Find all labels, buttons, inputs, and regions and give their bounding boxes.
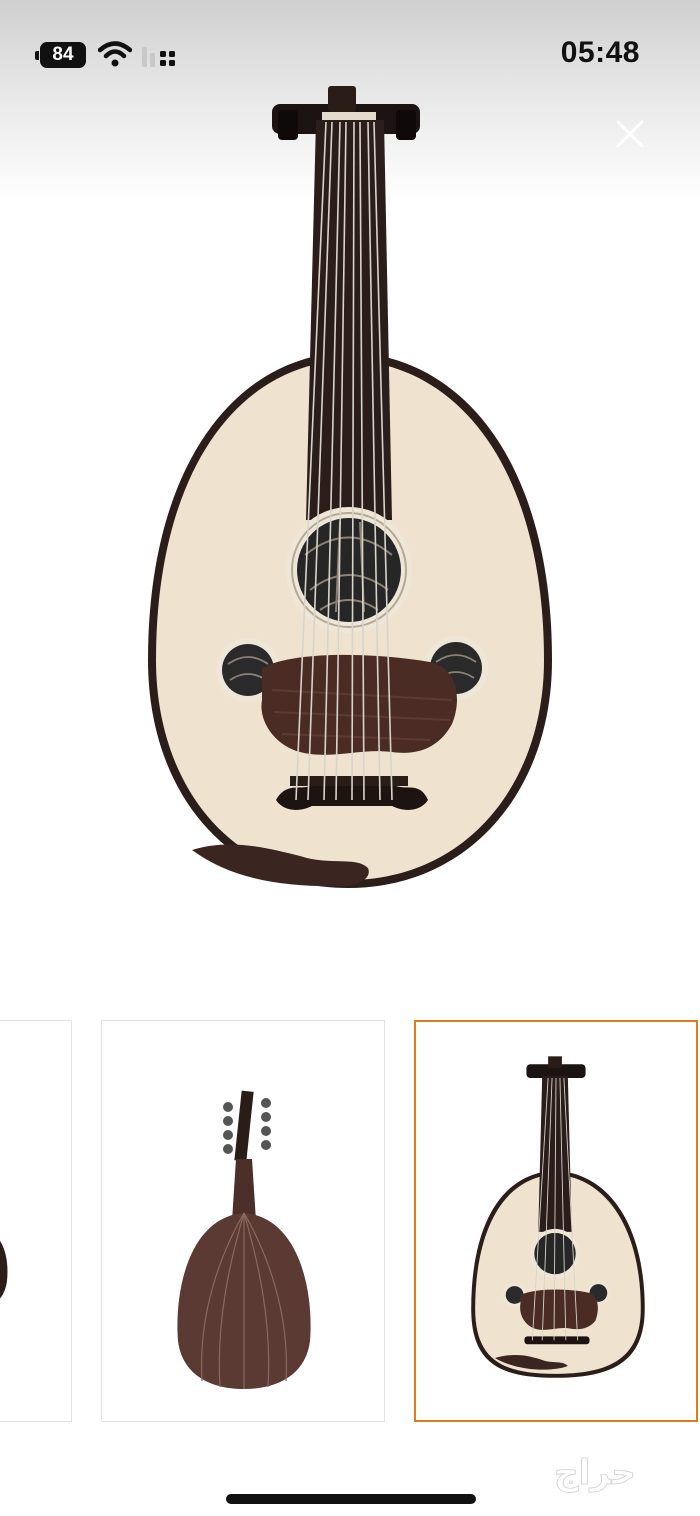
close-icon xyxy=(616,120,644,148)
main-product-image xyxy=(148,86,552,888)
haraj-watermark: حراج xyxy=(500,1448,690,1498)
thumbnail-image-partial-oud xyxy=(0,1240,8,1299)
home-indicator[interactable] xyxy=(226,1494,476,1504)
thumbnail-3-selected[interactable] xyxy=(414,1020,698,1422)
thumbnail-image-oud-back xyxy=(177,1090,311,1389)
wifi-icon xyxy=(98,41,132,67)
thumbnail-1[interactable] xyxy=(0,1020,72,1422)
status-time: 05:48 xyxy=(560,36,640,69)
svg-text:حراج: حراج xyxy=(554,1453,636,1493)
cellular-signal-icon xyxy=(142,47,175,67)
thumbnail-2[interactable] xyxy=(101,1020,385,1422)
haraj-logo: حراج xyxy=(554,1453,637,1494)
close-button[interactable] xyxy=(608,112,652,156)
thumbnail-image-oud-front xyxy=(471,1056,645,1378)
battery-level-indicator: 84 xyxy=(40,42,86,68)
battery-cap xyxy=(35,51,39,60)
